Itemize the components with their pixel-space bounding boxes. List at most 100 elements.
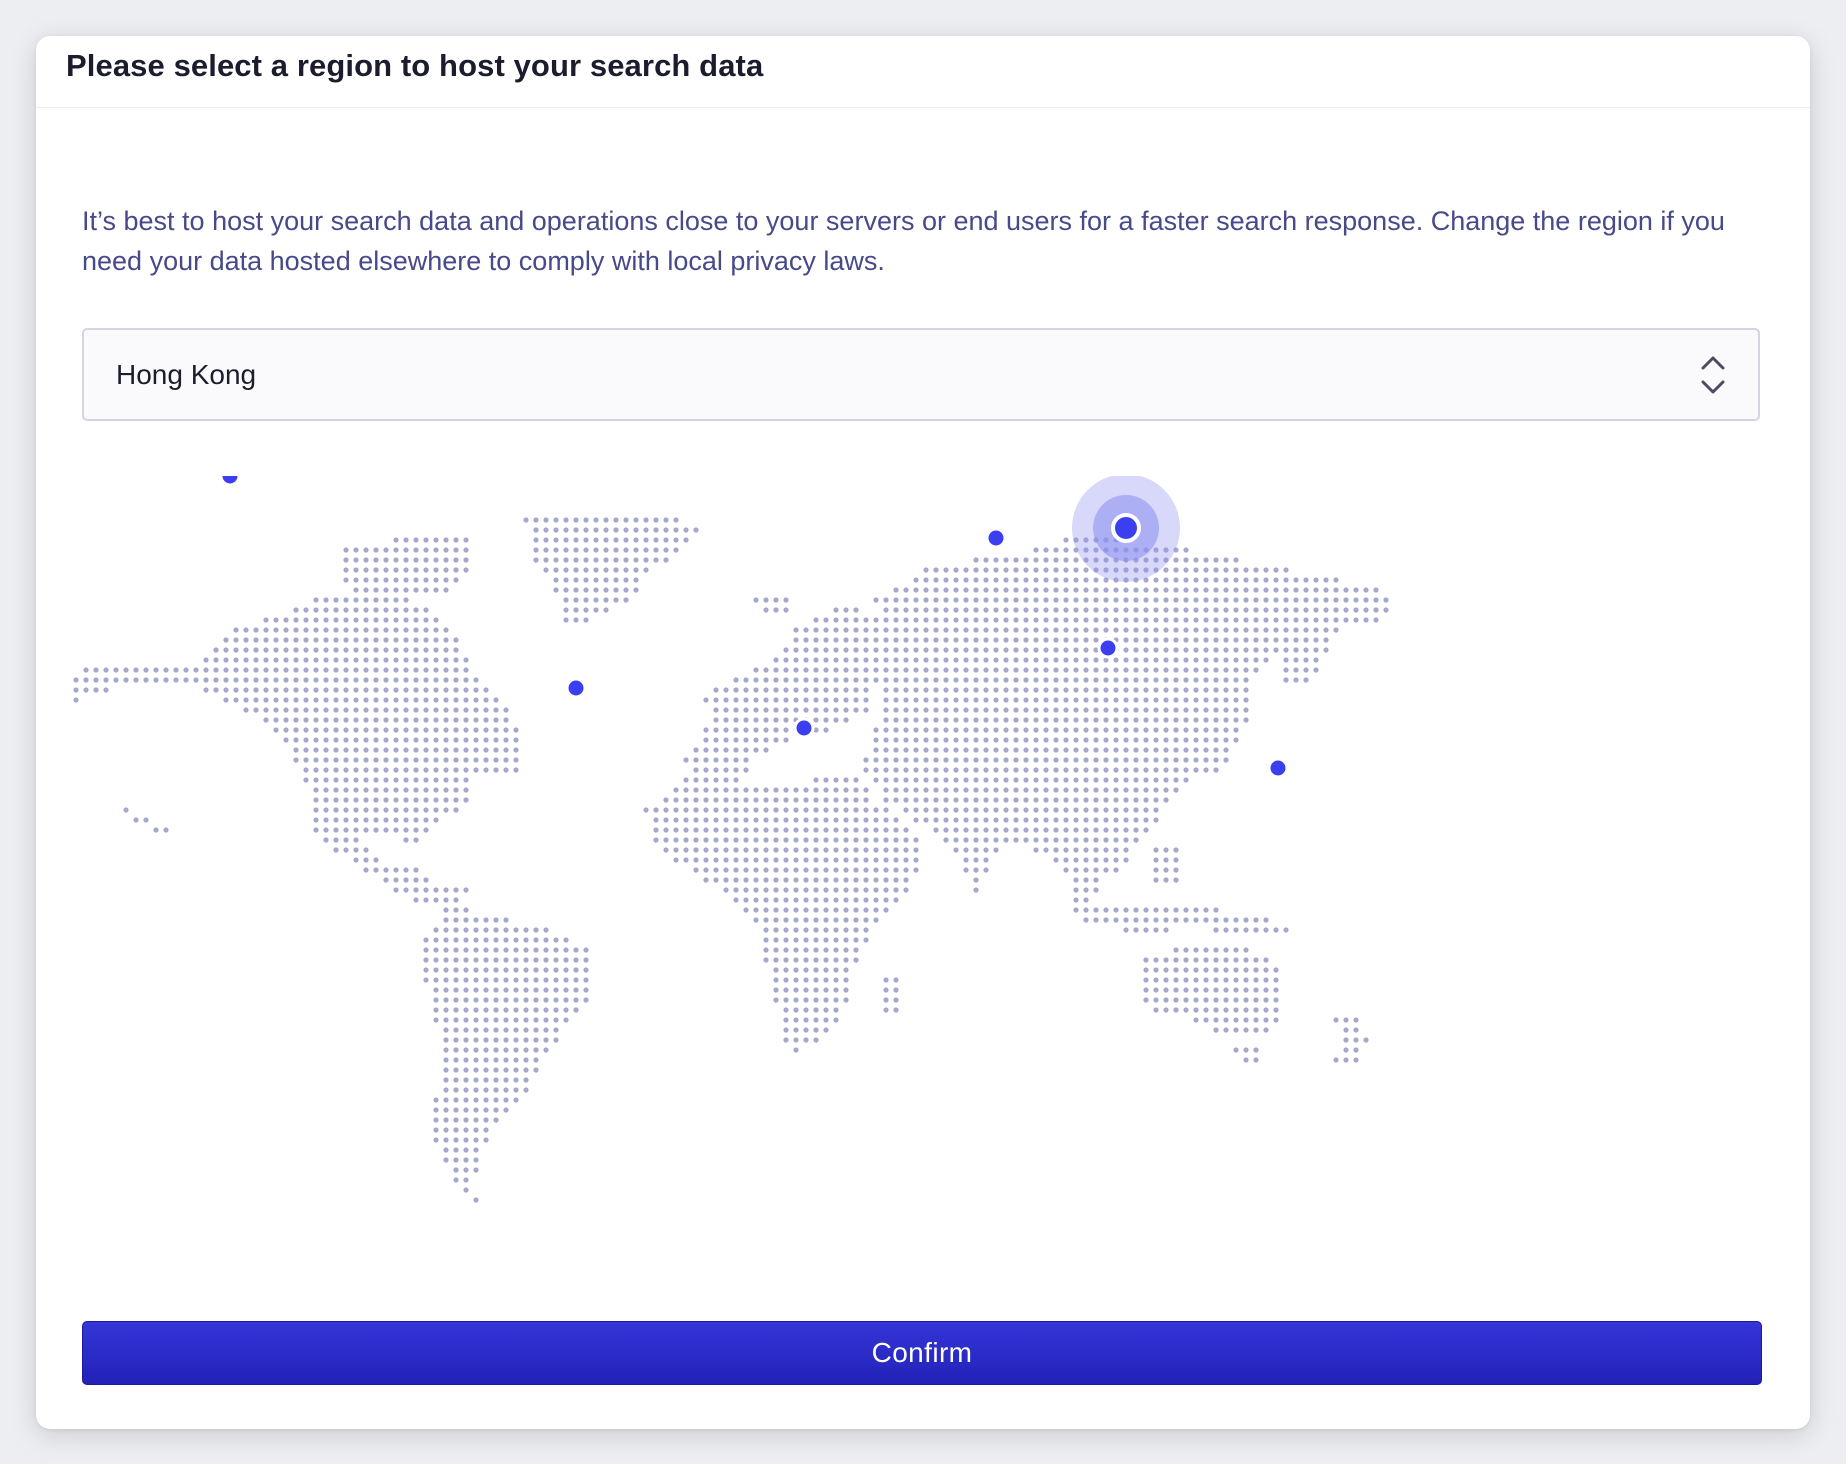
land-dot — [903, 787, 909, 793]
land-dot — [893, 767, 899, 773]
land-dot — [783, 667, 789, 673]
land-dot — [1213, 947, 1219, 953]
land-dot — [1233, 717, 1239, 723]
land-dot — [883, 647, 889, 653]
land-dot — [1053, 577, 1059, 583]
land-dot — [213, 657, 219, 663]
land-dot — [393, 807, 399, 813]
land-dot — [993, 637, 999, 643]
land-dot — [1123, 697, 1129, 703]
land-dot — [503, 1087, 509, 1093]
land-dot — [893, 607, 899, 613]
region-marker[interactable] — [1097, 637, 1119, 659]
land-dot — [813, 917, 819, 923]
land-dot — [773, 917, 779, 923]
land-dot — [1123, 597, 1129, 603]
land-dot — [953, 737, 959, 743]
land-dot — [1273, 617, 1279, 623]
region-marker[interactable] — [1267, 757, 1289, 779]
land-dot — [1163, 597, 1169, 603]
land-dot — [1073, 837, 1079, 843]
land-dot — [713, 707, 719, 713]
land-dot — [1263, 607, 1269, 613]
land-dot — [1073, 677, 1079, 683]
land-dot — [233, 627, 239, 633]
land-dot — [383, 657, 389, 663]
land-dot — [1243, 697, 1249, 703]
land-dot — [513, 927, 519, 933]
land-dot — [1143, 927, 1149, 933]
land-dot — [293, 697, 299, 703]
land-dot — [1113, 597, 1119, 603]
land-dot — [373, 807, 379, 813]
land-dot — [933, 567, 939, 573]
region-marker[interactable] — [793, 717, 815, 739]
land-dot — [1113, 847, 1119, 853]
land-dot — [1303, 677, 1309, 683]
land-dot — [723, 737, 729, 743]
land-dot — [1073, 647, 1079, 653]
land-dot — [433, 1107, 439, 1113]
land-dot — [1043, 727, 1049, 733]
land-dot — [733, 747, 739, 753]
land-dot — [1173, 767, 1179, 773]
land-dot — [813, 677, 819, 683]
land-dot — [393, 867, 399, 873]
land-dot — [1243, 707, 1249, 713]
land-dot — [133, 817, 139, 823]
land-dot — [513, 1067, 519, 1073]
land-dot — [1203, 627, 1209, 633]
land-dot — [253, 707, 259, 713]
land-dot — [343, 747, 349, 753]
land-dot — [473, 1037, 479, 1043]
region-select[interactable]: Hong Kong — [82, 328, 1760, 421]
land-dot — [893, 637, 899, 643]
land-dot — [363, 777, 369, 783]
land-dot — [483, 1017, 489, 1023]
land-dot — [443, 787, 449, 793]
land-dot — [603, 587, 609, 593]
land-dot — [403, 667, 409, 673]
land-dot — [473, 927, 479, 933]
land-dot — [1123, 757, 1129, 763]
land-dot — [673, 827, 679, 833]
land-dot — [283, 637, 289, 643]
land-dot — [1253, 927, 1259, 933]
land-dot — [333, 767, 339, 773]
land-dot — [883, 637, 889, 643]
land-dot — [703, 807, 709, 813]
land-dot — [1173, 977, 1179, 983]
land-dot — [1333, 617, 1339, 623]
land-dot — [1123, 747, 1129, 753]
land-dot — [563, 597, 569, 603]
confirm-button[interactable]: Confirm — [82, 1321, 1762, 1385]
land-dot — [403, 807, 409, 813]
land-dot — [863, 807, 869, 813]
region-marker[interactable] — [565, 677, 587, 699]
land-dot — [983, 677, 989, 683]
land-dot — [813, 807, 819, 813]
land-dot — [943, 677, 949, 683]
region-marker[interactable] — [219, 476, 241, 487]
land-dot — [1083, 757, 1089, 763]
land-dot — [1283, 667, 1289, 673]
land-dot — [1013, 597, 1019, 603]
land-dot — [353, 667, 359, 673]
land-dot — [763, 817, 769, 823]
land-dot — [423, 797, 429, 803]
land-dot — [353, 787, 359, 793]
land-dot — [603, 557, 609, 563]
land-dot — [1163, 687, 1169, 693]
land-dot — [793, 797, 799, 803]
region-marker[interactable] — [985, 527, 1007, 549]
world-map — [73, 476, 1389, 1203]
land-dot — [763, 607, 769, 613]
land-dot — [573, 597, 579, 603]
land-dot — [453, 637, 459, 643]
land-dot — [1143, 797, 1149, 803]
land-dot — [383, 637, 389, 643]
land-dot — [693, 837, 699, 843]
land-dot — [1093, 767, 1099, 773]
land-dot — [1233, 737, 1239, 743]
land-dot — [893, 597, 899, 603]
